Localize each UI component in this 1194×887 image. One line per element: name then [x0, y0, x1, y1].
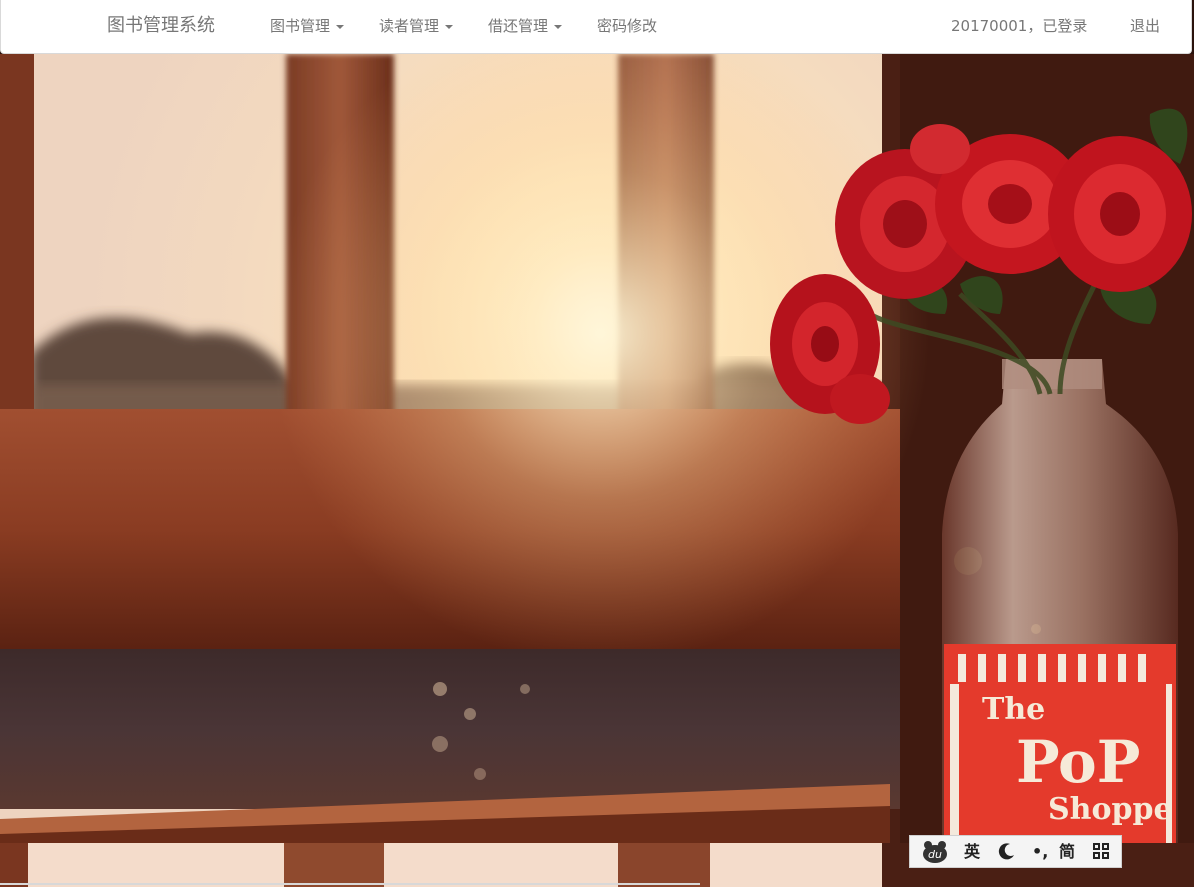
logout-link[interactable]: 退出 — [1130, 16, 1160, 36]
top-navbar: 图书管理系统 图书管理 读者管理 借还管理 密码修改 20170001，已登录 … — [0, 0, 1192, 54]
background-photo: The PoP Shoppe — [0, 54, 1194, 844]
ime-punct-toggle[interactable]: •, — [1032, 842, 1048, 862]
caret-down-icon — [445, 24, 454, 29]
sunset-scene-image: The PoP Shoppe — [0, 54, 1194, 844]
menu-borrow-return[interactable]: 借还管理 — [488, 16, 563, 36]
moon-icon[interactable] — [998, 842, 1016, 865]
ime-lang-toggle[interactable]: 英 — [964, 842, 980, 862]
caret-down-icon — [554, 24, 563, 29]
menu-change-password[interactable]: 密码修改 — [597, 16, 657, 36]
ime-toolbar: du 英 •, 简 — [909, 835, 1122, 868]
bottle-label-the: The — [982, 692, 1045, 727]
baidu-paw-icon[interactable]: du — [922, 840, 948, 869]
ime-logo-text: du — [928, 848, 942, 861]
menu-book-management[interactable]: 图书管理 — [270, 16, 345, 36]
login-status: 20170001，已登录 — [951, 17, 1088, 35]
bottle-label-pop: PoP — [1016, 728, 1140, 796]
brand-title[interactable]: 图书管理系统 — [107, 14, 215, 38]
grid-icon[interactable] — [1093, 843, 1109, 864]
menu-label: 借还管理 — [488, 17, 549, 35]
menu-label: 密码修改 — [597, 17, 658, 35]
menu-label: 图书管理 — [270, 17, 331, 35]
bottle-label-shoppe: Shoppe — [1048, 792, 1173, 827]
menu-label: 读者管理 — [379, 17, 440, 35]
menu-reader-management[interactable]: 读者管理 — [379, 16, 454, 36]
caret-down-icon — [336, 24, 345, 29]
ime-charset-toggle[interactable]: 简 — [1059, 842, 1075, 862]
